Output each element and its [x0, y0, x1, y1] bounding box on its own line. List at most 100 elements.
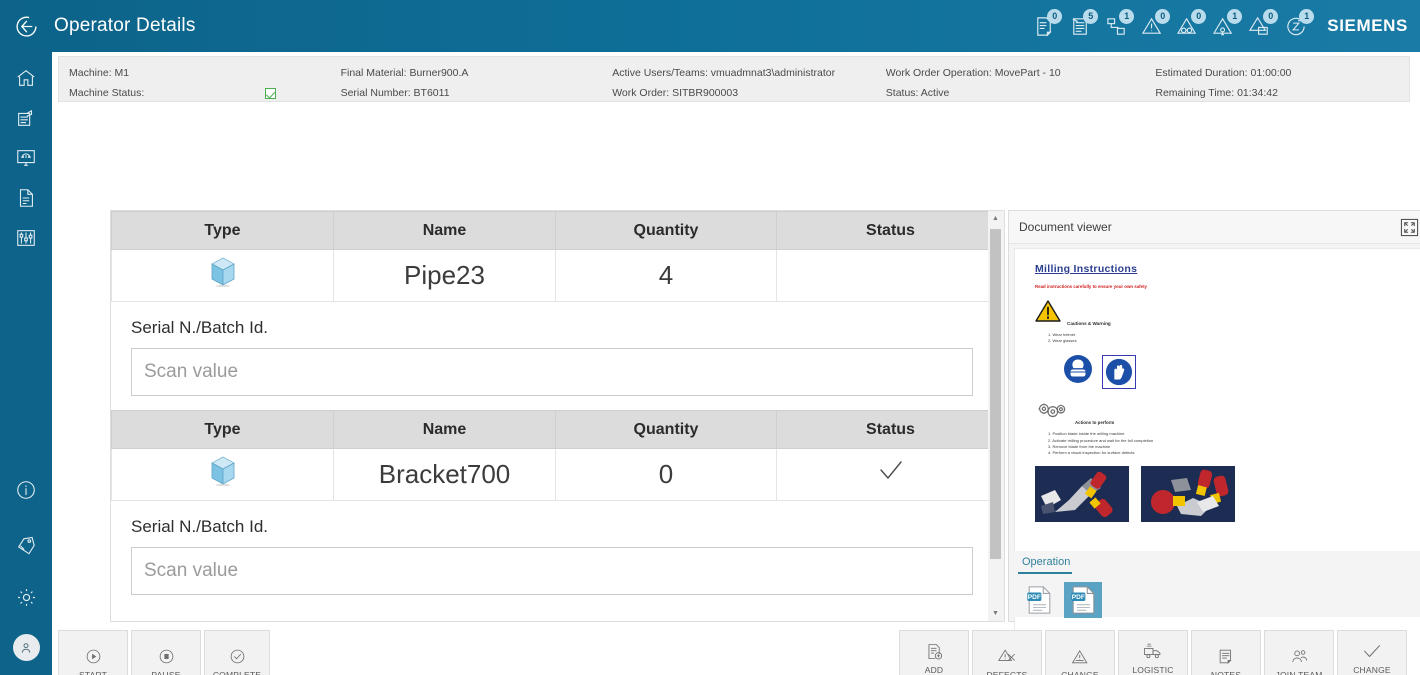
- defects-icon: [997, 645, 1017, 667]
- document-warning-row: Cautions & Warning: [1035, 300, 1413, 328]
- check-icon: [1362, 640, 1382, 662]
- column-header-status: Status: [776, 410, 1005, 449]
- action-toolbar: START PAUSE COMPLETE ADD DEFECTS CHANGE …: [58, 630, 1410, 675]
- cube-icon: [210, 257, 236, 294]
- add-document-button[interactable]: ADD DOCUMENT: [899, 630, 969, 675]
- button-label: CHANGE MACHINE: [1353, 665, 1391, 675]
- pdf-thumbnail[interactable]: PDF: [1020, 582, 1058, 618]
- defects-button[interactable]: DEFECTS: [972, 630, 1042, 675]
- alert-box-icon[interactable]: 0: [1244, 9, 1279, 43]
- scroll-down-arrow-icon[interactable]: ▼: [988, 606, 1003, 621]
- cell-quantity: 4: [555, 249, 777, 302]
- sidebar-item-settings[interactable]: [0, 580, 52, 620]
- table-header-row: Type Name Quantity Status: [111, 410, 1005, 449]
- logistic-requests-button[interactable]: LOGISTIC REQUESTS: [1118, 630, 1188, 675]
- document-viewer-controls: [1400, 218, 1420, 237]
- scrollbar-thumb[interactable]: [990, 229, 1001, 559]
- badge-count: 1: [1227, 9, 1243, 24]
- pause-button[interactable]: PAUSE: [131, 630, 201, 675]
- document-viewer-panel: Document viewer Milling Instructions Rea…: [1008, 210, 1420, 675]
- material-list-panel: Type Name Quantity Status Pipe23 4 Seria…: [110, 210, 1005, 622]
- join-team-icon: [1290, 645, 1309, 667]
- badge-count: 5: [1083, 9, 1099, 24]
- pause-circle-icon: [158, 645, 175, 667]
- mask-ppe-icon: [1063, 354, 1093, 389]
- milling-photo-2: [1141, 466, 1235, 523]
- scroll-up-arrow-icon[interactable]: ▲: [988, 211, 1003, 226]
- info-machine: Machine: M1: [69, 67, 130, 79]
- serial-label: Serial N./Batch Id.: [131, 517, 269, 536]
- button-label: DEFECTS: [986, 670, 1028, 675]
- info-column-time: Estimated Duration: 01:00:00 Remaining T…: [1145, 63, 1409, 101]
- button-label: PAUSE: [151, 670, 181, 675]
- sidebar-item-info[interactable]: [0, 472, 52, 512]
- table-row[interactable]: Pipe23 4: [111, 249, 1005, 302]
- alert-triangle-icon[interactable]: 0: [1136, 9, 1171, 43]
- table-header-row: Type Name Quantity Status: [111, 211, 1005, 250]
- cell-name: Pipe23: [333, 249, 556, 302]
- sidebar-item-documents[interactable]: [0, 180, 52, 220]
- sidebar-item-parameters[interactable]: [0, 220, 52, 260]
- user-avatar-icon[interactable]: [12, 634, 40, 661]
- sidebar-item-monitoring[interactable]: [0, 140, 52, 180]
- document-edit-icon[interactable]: 0: [1028, 9, 1063, 43]
- siemens-logo: SIEMENS: [1327, 16, 1408, 35]
- serial-block-1: Serial N./Batch Id.: [111, 302, 1005, 410]
- content-area: Machine: M1 Machine Status: Final Materi…: [52, 52, 1420, 675]
- header-icon-group: 0 5 1 0 0 1 0 1 SIEMENS: [1025, 9, 1420, 43]
- list-item: 2. Wear glasses: [1048, 338, 1077, 344]
- document-viewer-header: Document viewer: [1009, 211, 1420, 244]
- back-arrow-circle-icon[interactable]: [0, 0, 52, 52]
- complete-button[interactable]: COMPLETE: [204, 630, 270, 675]
- alert-glasses-icon[interactable]: 0: [1172, 9, 1207, 43]
- equalizer-icon: [15, 227, 37, 254]
- serial-label: Serial N./Batch Id.: [131, 318, 269, 337]
- serial-input[interactable]: [131, 348, 973, 396]
- join-team-button[interactable]: JOIN TEAM: [1264, 630, 1334, 675]
- play-circle-icon: [85, 645, 102, 667]
- column-header-status: Status: [776, 211, 1005, 250]
- button-label: JOIN TEAM: [1275, 670, 1323, 675]
- toolbar-right-group: ADD DOCUMENT DEFECTS: [899, 630, 1410, 675]
- material-list-scrollbar[interactable]: ▲ ▼: [988, 210, 1005, 622]
- order-list-icon: [15, 107, 37, 134]
- sidebar-item-home[interactable]: [0, 60, 52, 100]
- document-icon: [15, 187, 37, 214]
- change-button[interactable]: CHANGE: [1045, 630, 1115, 675]
- info-active-users: Active Users/Teams: vmuadmnat3\administr…: [612, 67, 836, 79]
- cycle-timer-icon[interactable]: 1: [1280, 9, 1315, 43]
- document-page: Milling Instructions Read instructions c…: [1015, 249, 1420, 536]
- document-warning-label: Cautions & Warning: [1067, 321, 1111, 326]
- logistic-icon: [1143, 640, 1163, 662]
- document-safety-note: Read instructions carefully to ensure yo…: [1035, 284, 1147, 289]
- document-actions-row: Actions to perform: [1035, 401, 1413, 428]
- attachment-thumbnails: PDF PDF: [1020, 582, 1420, 618]
- labels-icon: [15, 533, 37, 560]
- notes-button[interactable]: NOTES: [1191, 630, 1261, 675]
- gear-icon: [15, 586, 38, 614]
- tab-operation[interactable]: Operation: [1018, 553, 1073, 574]
- info-serial-number: Serial Number: BT6011: [340, 87, 450, 99]
- cell-status: [776, 448, 1005, 501]
- expand-fullscreen-icon[interactable]: [1400, 218, 1419, 237]
- check-circle-icon: [229, 645, 246, 667]
- table-row[interactable]: Bracket700 0: [111, 448, 1005, 501]
- cell-type: [111, 249, 334, 302]
- sidebar-item-labels[interactable]: [0, 526, 52, 566]
- pdf-thumbnail[interactable]: PDF: [1064, 582, 1102, 618]
- start-button[interactable]: START: [58, 630, 128, 675]
- change-machine-button[interactable]: CHANGE MACHINE: [1337, 630, 1407, 675]
- notes-icon: [1217, 645, 1236, 667]
- milling-photo-1: [1035, 466, 1129, 523]
- machine-status-checkbox[interactable]: [265, 87, 277, 99]
- document-actions-list: 1. Position blade inside the milling mac…: [1048, 431, 1413, 456]
- document-attachments-section: Operation PDF PDF: [1014, 551, 1420, 618]
- sidebar-item-orders[interactable]: [0, 100, 52, 140]
- serial-input[interactable]: [131, 547, 973, 595]
- info-estimated-duration: Estimated Duration: 01:00:00: [1155, 67, 1292, 79]
- operator-details-app: Operator Details 0 5 1 0 0 1 0 1 SIEMENS…: [0, 0, 1420, 675]
- alert-tool-icon[interactable]: 1: [1208, 9, 1243, 43]
- document-list-icon[interactable]: 5: [1064, 9, 1099, 43]
- info-final-material: Final Material: Burner900.A: [340, 67, 469, 79]
- workflow-node-icon[interactable]: 1: [1100, 9, 1135, 43]
